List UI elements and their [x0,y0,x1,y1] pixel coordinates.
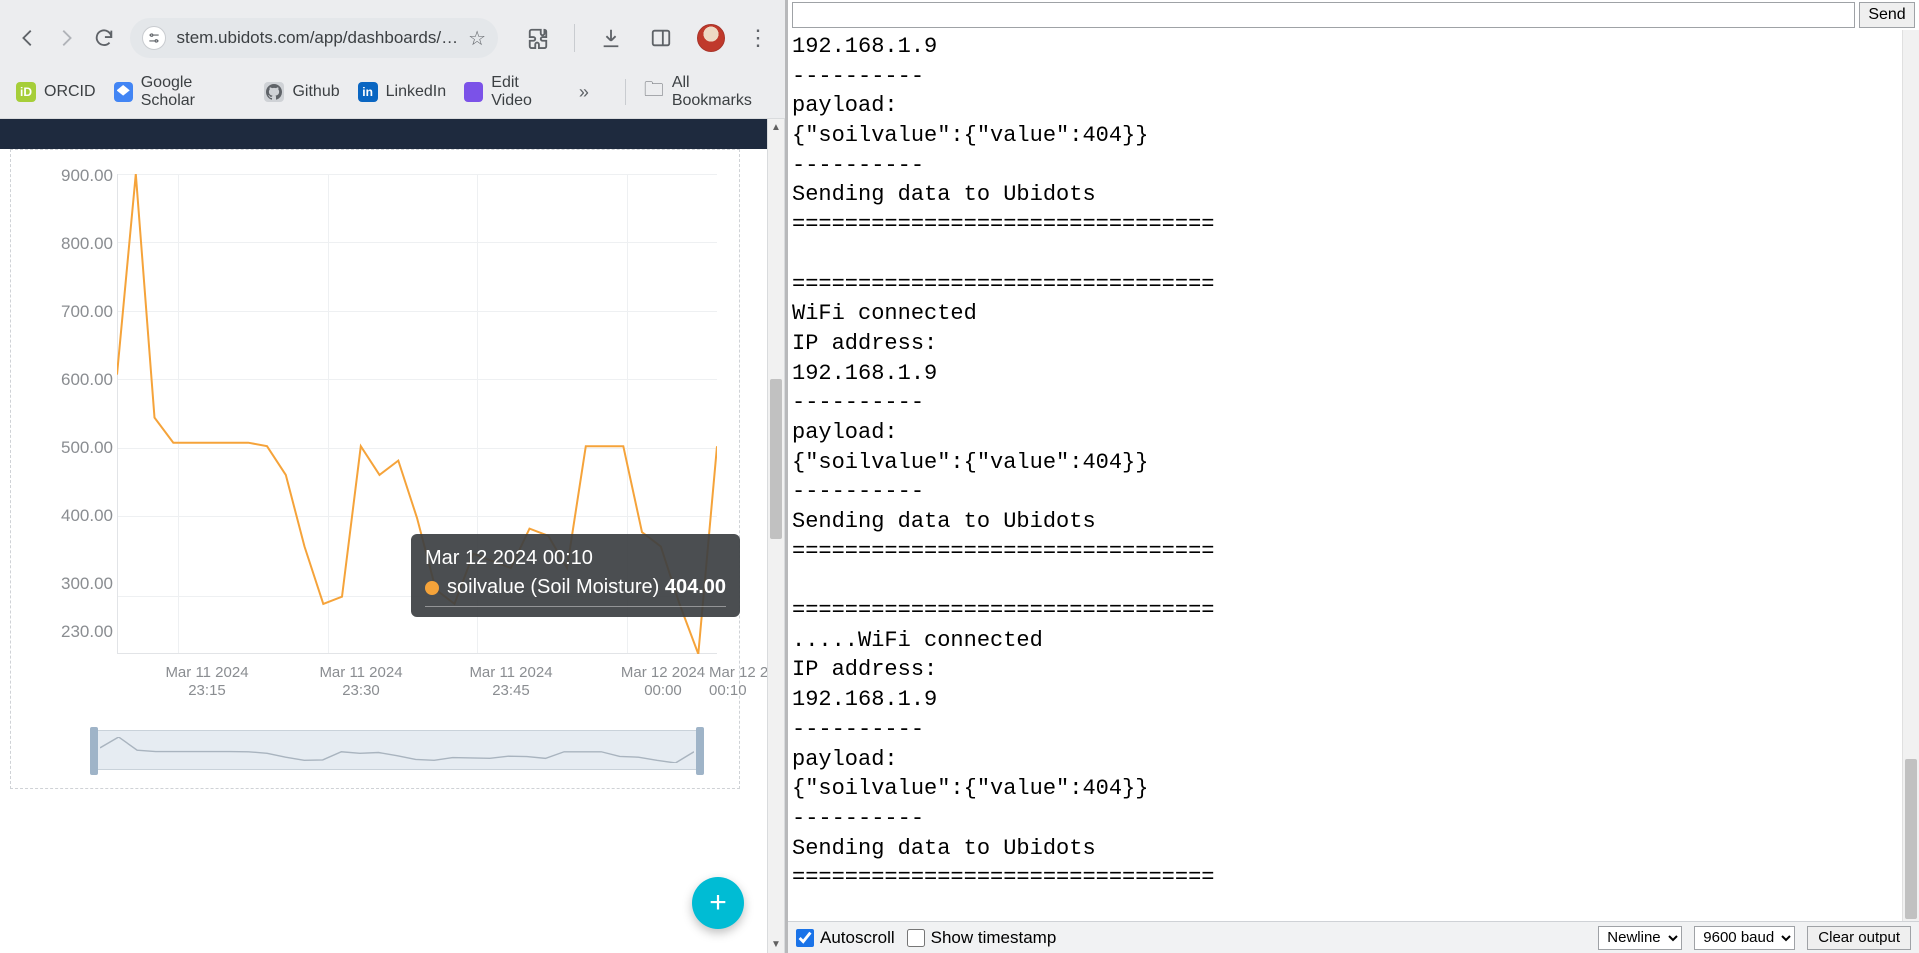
back-button[interactable] [16,24,40,52]
serial-log-text: 192.168.1.9 ---------- payload: {"soilva… [792,34,1214,890]
navigator-handle-left[interactable] [90,727,98,775]
bookmark-github[interactable]: Github [264,82,339,102]
page-vertical-scrollbar[interactable]: ▲ ▼ [767,119,784,953]
navigator-handle-right[interactable] [696,727,704,775]
serial-log[interactable]: 192.168.1.9 ---------- payload: {"soilva… [788,30,1919,921]
orcid-icon: iD [16,82,36,102]
scroll-thumb[interactable] [770,379,782,539]
bookmarks-bar: iD ORCID Google Scholar Github in Linked… [0,66,785,119]
serial-scrollbar[interactable] [1902,30,1919,921]
puzzle-icon [527,27,549,49]
site-info-icon[interactable] [142,26,166,50]
toolbar-right: ⋮ [524,24,769,52]
toolbar-divider [574,24,575,52]
dashboard-header-bar [0,119,767,149]
scroll-down-arrow[interactable]: ▼ [768,936,784,953]
chart-navigator[interactable] [93,730,701,770]
bookmarks-divider [625,79,626,105]
tooltip-value-row: soilvalue (Soil Moisture) 404.00 [425,573,726,602]
scroll-up-arrow[interactable]: ▲ [768,119,784,136]
sidepanel-button[interactable] [647,24,675,52]
series-color-dot [425,581,439,595]
y-tick: 800.00 [31,234,113,254]
clip-icon [464,82,483,102]
chart-plot-area[interactable]: 900.00 800.00 700.00 600.00 500.00 400.0… [31,164,731,724]
browser-toolbar: stem.ubidots.com/app/dashboards/… ☆ ⋮ [0,10,785,66]
bookmark-orcid[interactable]: iD ORCID [16,82,96,102]
downloads-button[interactable] [597,24,625,52]
y-tick: 400.00 [31,506,113,526]
linkedin-icon: in [358,82,378,102]
url-text: stem.ubidots.com/app/dashboards/… [176,28,458,48]
all-bookmarks-label: All Bookmarks [672,74,769,110]
bookmark-label: Edit Video [491,74,561,110]
bookmark-label: Google Scholar [141,74,247,110]
download-icon [600,27,622,49]
x-tick: Mar 11 202423:15 [147,664,267,700]
extensions-button[interactable] [524,24,552,52]
autoscroll-checkbox[interactable]: Autoscroll [796,928,895,948]
bookmark-label: LinkedIn [386,83,447,101]
baud-select[interactable]: 9600 baud [1694,926,1795,950]
serial-scroll-thumb[interactable] [1905,759,1917,919]
navigator-mini-series [100,737,694,763]
all-bookmarks-button[interactable]: 🗀 All Bookmarks [644,74,769,110]
bookmark-google-scholar[interactable]: Google Scholar [114,74,247,110]
bookmark-edit-video[interactable]: Edit Video [464,74,561,110]
serial-footer: Autoscroll Show timestamp Newline 9600 b… [788,921,1919,953]
google-scholar-icon [114,82,133,102]
plus-icon: + [709,886,727,920]
chart-tooltip: Mar 12 2024 00:10 soilvalue (Soil Moistu… [411,534,740,617]
x-tick: Mar 11 202423:45 [451,664,571,700]
arrow-right-icon [55,27,77,49]
reload-button[interactable] [92,24,116,52]
y-tick: 700.00 [31,302,113,322]
add-widget-fab[interactable]: + [692,877,744,929]
y-tick: 500.00 [31,438,113,458]
browser-window: stem.ubidots.com/app/dashboards/… ☆ ⋮ iD… [0,0,788,953]
chrome-menu-button[interactable]: ⋮ [747,27,769,49]
y-tick: 300.00 [31,574,113,594]
y-tick: 230.00 [31,622,113,642]
page-content: 900.00 800.00 700.00 600.00 500.00 400.0… [0,119,785,953]
y-tick: 900.00 [31,166,113,186]
y-tick: 600.00 [31,370,113,390]
bookmark-star-icon[interactable]: ☆ [468,26,486,51]
autoscroll-input[interactable] [796,929,814,947]
autoscroll-label: Autoscroll [820,928,895,948]
tab-strip [0,0,785,10]
tooltip-timestamp: Mar 12 2024 00:10 [425,544,726,573]
panel-icon [650,27,672,49]
chart-widget: 900.00 800.00 700.00 600.00 500.00 400.0… [10,149,740,789]
clear-output-button[interactable]: Clear output [1807,926,1911,950]
serial-input[interactable] [792,2,1855,28]
show-timestamp-checkbox[interactable]: Show timestamp [907,928,1057,948]
bookmark-label: ORCID [44,83,96,101]
reload-icon [93,27,115,49]
bookmark-label: Github [292,83,339,101]
github-icon [264,82,284,102]
serial-monitor: Send 192.168.1.9 ---------- payload: {"s… [788,0,1919,953]
show-timestamp-input[interactable] [907,929,925,947]
serial-send-button[interactable]: Send [1859,2,1915,28]
folder-icon: 🗀 [644,75,664,109]
x-tick: Mar 11 202423:30 [301,664,421,700]
line-ending-select[interactable]: Newline [1598,926,1682,950]
profile-avatar[interactable] [697,24,725,52]
x-tick: Mar 12 202400:00 [603,664,723,700]
bookmark-linkedin[interactable]: in LinkedIn [358,82,447,102]
forward-button[interactable] [54,24,78,52]
serial-send-row: Send [788,0,1919,30]
arrow-left-icon [17,27,39,49]
bookmarks-overflow-button[interactable]: » [579,82,589,103]
show-timestamp-label: Show timestamp [931,928,1057,948]
omnibox[interactable]: stem.ubidots.com/app/dashboards/… ☆ [130,18,498,58]
